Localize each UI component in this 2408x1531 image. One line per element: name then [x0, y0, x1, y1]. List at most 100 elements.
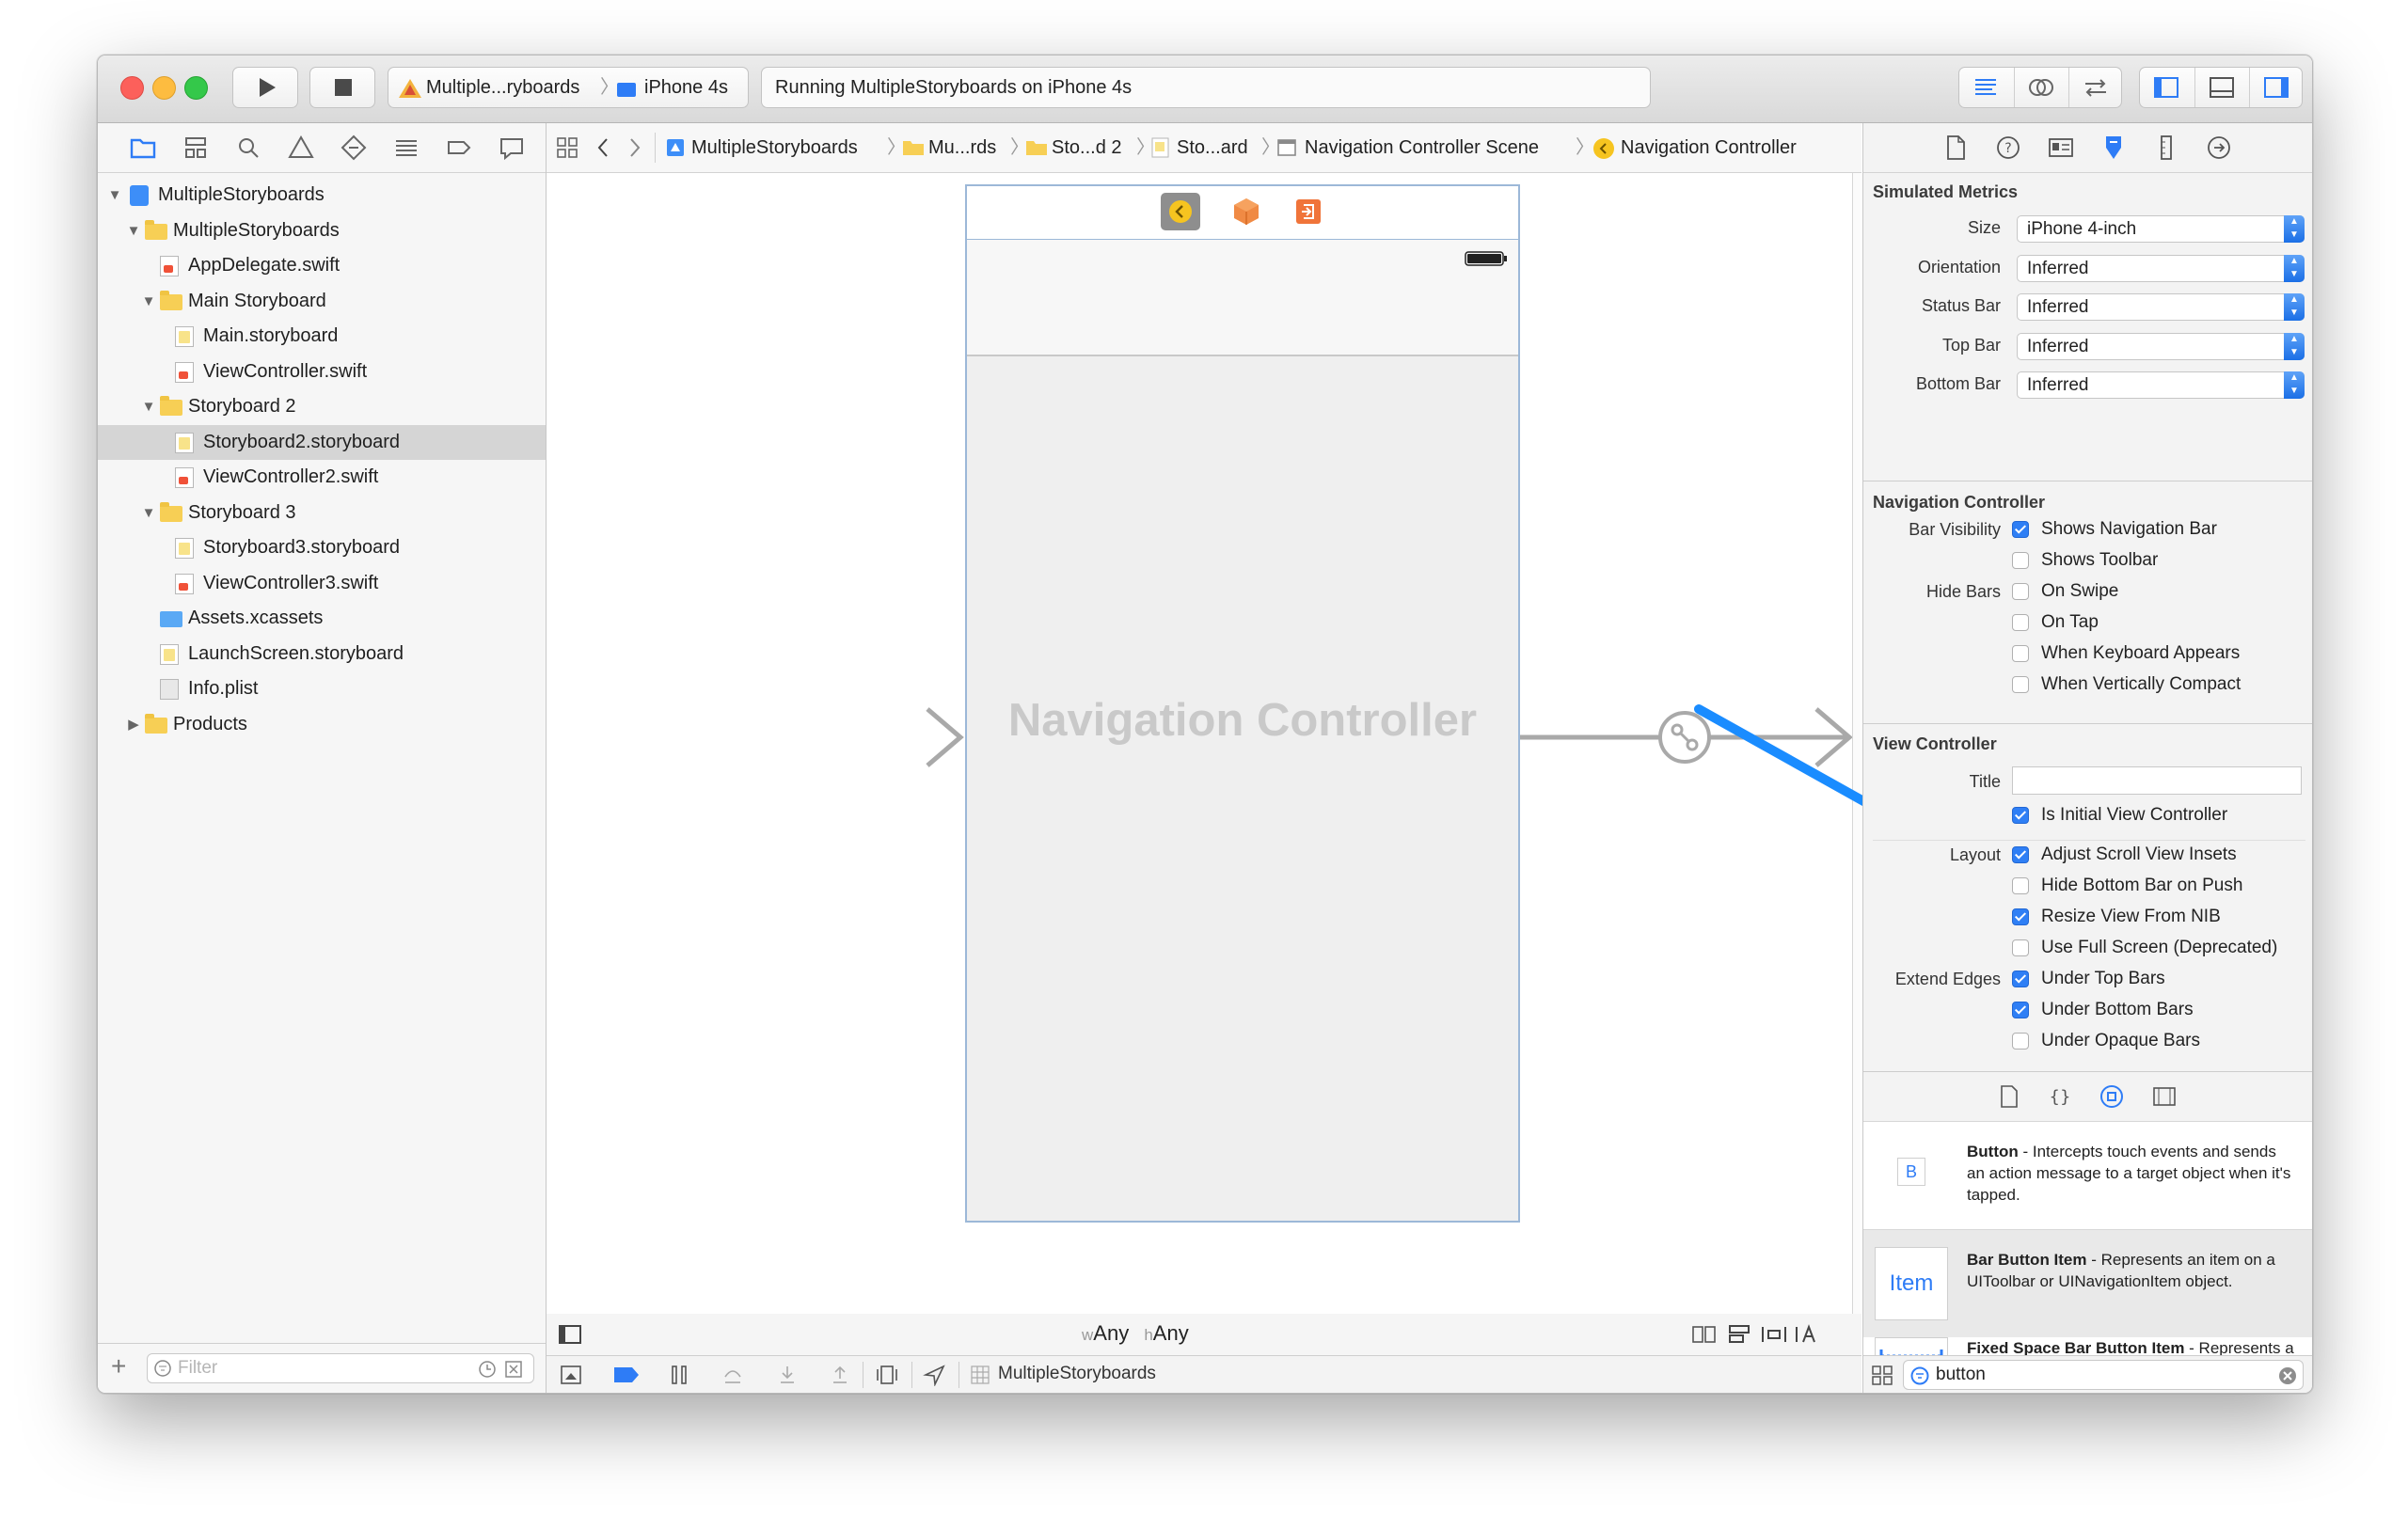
jumpbar-item[interactable]: Navigation Controller: [1621, 123, 1797, 172]
checkbox-unchecked[interactable]: [2012, 645, 2029, 662]
scheme-selector[interactable]: Multiple...ryboards 〉 iPhone 4s: [388, 67, 749, 108]
assistant-editor-button[interactable]: [2014, 68, 2067, 107]
identity-inspector-icon[interactable]: [2046, 133, 2076, 163]
size-class-control[interactable]: wAny hAny: [1082, 1321, 1189, 1346]
pin-icon[interactable]: [1760, 1323, 1788, 1346]
checkbox-unchecked[interactable]: [2012, 676, 2029, 693]
file-tree-row[interactable]: Storyboard3.storyboard: [98, 530, 546, 565]
navigation-controller-scene[interactable]: Navigation Controller: [965, 184, 1520, 1223]
file-template-icon[interactable]: [1997, 1083, 2021, 1110]
file-tree-row[interactable]: ViewController2.swift: [98, 460, 546, 495]
folder-icon[interactable]: [128, 133, 158, 163]
report-navigator-icon[interactable]: [497, 133, 527, 163]
file-inspector-icon[interactable]: [1941, 133, 1971, 163]
stack-icon[interactable]: [1691, 1323, 1718, 1346]
stop-button[interactable]: [309, 67, 375, 108]
clock-icon[interactable]: [477, 1359, 498, 1380]
checkbox-unchecked[interactable]: [2012, 939, 2029, 956]
disclosure-collapsed-icon[interactable]: ▶: [124, 707, 143, 742]
storyboard-canvas[interactable]: Navigation Controller: [547, 173, 2025, 1314]
scm-filter-icon[interactable]: [503, 1359, 524, 1380]
checkbox-unchecked[interactable]: [2012, 583, 2029, 600]
warning-icon[interactable]: [286, 133, 316, 163]
navigation-controller-dock-icon[interactable]: [1161, 193, 1200, 230]
media-library-icon[interactable]: [2151, 1083, 2178, 1110]
disclosure-expanded-icon[interactable]: ▼: [139, 284, 158, 319]
help-icon[interactable]: ?: [1993, 133, 2023, 163]
grid-view-icon[interactable]: [1871, 1365, 1893, 1385]
view-debugger-icon[interactable]: [874, 1364, 900, 1386]
pause-icon[interactable]: [669, 1364, 689, 1386]
close-window-button[interactable]: [120, 76, 144, 100]
file-tree-row[interactable]: ▶ Products: [98, 707, 546, 742]
file-tree-row[interactable]: ▼ Main Storyboard: [98, 284, 546, 319]
exit-icon[interactable]: [1294, 197, 1323, 226]
version-editor-button[interactable]: [2068, 68, 2122, 107]
forward-icon[interactable]: [626, 136, 644, 159]
file-tree-row[interactable]: AppDelegate.swift: [98, 248, 546, 283]
file-tree-row[interactable]: ▼ MultipleStoryboards: [98, 213, 546, 248]
add-icon[interactable]: +: [111, 1353, 126, 1380]
debug-navigator-icon[interactable]: [391, 133, 421, 163]
first-responder-icon[interactable]: [1230, 196, 1262, 228]
jumpbar-item[interactable]: MultipleStoryboards: [691, 123, 858, 172]
disclosure-expanded-icon[interactable]: ▼: [139, 389, 158, 424]
metric-popup[interactable]: Inferred ▲ ▼: [2017, 332, 2305, 360]
back-icon[interactable]: [594, 136, 612, 159]
checkbox-checked[interactable]: [2012, 846, 2029, 863]
library-item[interactable]: B Button - Intercepts touch events and s…: [1863, 1121, 2312, 1230]
jumpbar-item[interactable]: Mu...rds: [928, 123, 996, 172]
document-outline-icon[interactable]: [558, 1323, 582, 1346]
title-field[interactable]: [2012, 766, 2302, 795]
attributes-inspector-icon[interactable]: [2099, 133, 2129, 163]
file-tree-row[interactable]: ▼ Storyboard 3: [98, 496, 546, 530]
metric-popup[interactable]: Inferred ▲ ▼: [2017, 371, 2305, 399]
checkbox-unchecked[interactable]: [2012, 877, 2029, 894]
location-icon[interactable]: [923, 1364, 947, 1386]
test-navigator-icon[interactable]: [339, 133, 369, 163]
file-tree-row[interactable]: LaunchScreen.storyboard: [98, 637, 546, 671]
step-into-icon[interactable]: [776, 1364, 799, 1386]
jumpbar-item[interactable]: Sto...ard: [1177, 123, 1248, 172]
toggle-utilities-button[interactable]: [2249, 68, 2303, 107]
file-tree-row[interactable]: Info.plist: [98, 671, 546, 706]
checkbox-checked[interactable]: [2012, 908, 2029, 925]
file-tree-row[interactable]: ViewController3.swift: [98, 566, 546, 601]
related-items-icon[interactable]: [556, 136, 578, 159]
file-tree-row[interactable]: ▼ Storyboard 2: [98, 389, 546, 424]
disclosure-expanded-icon[interactable]: ▼: [105, 178, 124, 213]
standard-editor-button[interactable]: [1959, 68, 2012, 107]
metric-popup[interactable]: Inferred ▲ ▼: [2017, 254, 2305, 282]
run-button[interactable]: [232, 67, 298, 108]
object-library-icon[interactable]: [2099, 1083, 2125, 1110]
symbol-navigator-icon[interactable]: [181, 133, 211, 163]
clear-search-icon[interactable]: [2278, 1366, 2297, 1385]
checkbox-checked[interactable]: [2012, 1002, 2029, 1018]
breakpoint-navigator-icon[interactable]: [444, 133, 474, 163]
search-icon[interactable]: [233, 133, 263, 163]
minimize-window-button[interactable]: [152, 76, 176, 100]
metric-popup[interactable]: Inferred ▲ ▼: [2017, 293, 2305, 321]
checkbox-checked[interactable]: [2012, 521, 2029, 538]
step-out-icon[interactable]: [829, 1364, 851, 1386]
file-tree-row[interactable]: Main.storyboard: [98, 319, 546, 354]
checkbox-checked[interactable]: [2012, 971, 2029, 987]
checkbox-unchecked[interactable]: [2012, 552, 2029, 569]
toggle-debug-area-button[interactable]: [2194, 68, 2248, 107]
navigator-filter-field[interactable]: Filter: [147, 1353, 534, 1383]
library-item[interactable]: Item Bar Button Item - Represents an ite…: [1863, 1229, 2312, 1338]
toggle-navigator-button[interactable]: [2140, 68, 2193, 107]
code-snippet-icon[interactable]: {}: [2048, 1083, 2072, 1110]
checkbox-checked[interactable]: [2012, 807, 2029, 824]
metric-popup[interactable]: iPhone 4-inch ▲ ▼: [2017, 215, 2305, 243]
checkbox-unchecked[interactable]: [2012, 1033, 2029, 1050]
breakpoints-toggle-icon[interactable]: [612, 1365, 641, 1385]
resolve-autolayout-icon[interactable]: [1794, 1323, 1822, 1346]
file-tree-row[interactable]: Assets.xcassets: [98, 601, 546, 636]
step-over-icon[interactable]: [721, 1364, 744, 1386]
size-inspector-icon[interactable]: [2151, 133, 2181, 163]
disclosure-expanded-icon[interactable]: ▼: [124, 213, 143, 248]
file-tree-row[interactable]: Storyboard2.storyboard: [98, 424, 546, 460]
disclosure-expanded-icon[interactable]: ▼: [139, 496, 158, 530]
library-search-field[interactable]: button: [1903, 1360, 2304, 1390]
